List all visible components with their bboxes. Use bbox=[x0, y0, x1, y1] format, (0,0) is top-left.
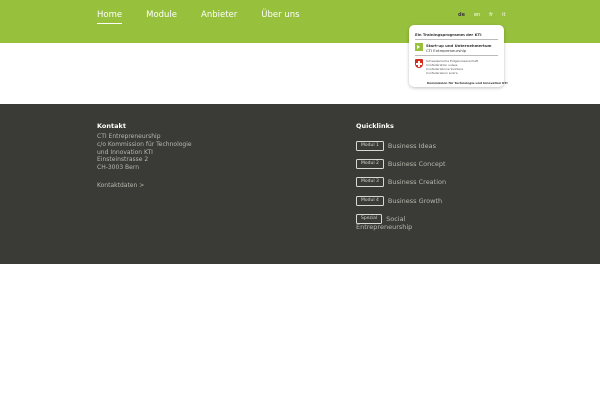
quicklink-modul-1[interactable]: Modul 1 Business Ideas bbox=[356, 141, 436, 151]
kti-divider bbox=[415, 39, 498, 40]
kti-logo-box[interactable]: Ein Trainingsprogramm der KTI Start-up u… bbox=[409, 25, 504, 87]
contact-details-link[interactable]: Kontaktdaten > bbox=[97, 182, 144, 189]
quicklinks-heading: Quicklinks bbox=[356, 122, 394, 130]
lang-en[interactable]: en bbox=[474, 12, 480, 18]
kti-divider bbox=[415, 55, 498, 56]
cti-play-icon bbox=[415, 43, 423, 51]
contact-heading: Kontakt bbox=[97, 122, 126, 130]
main-nav: Home Module Anbieter Über uns bbox=[97, 10, 324, 24]
quicklink-modul-4[interactable]: Modul 4 Business Growth bbox=[356, 196, 442, 206]
quicklink-label: Business Ideas bbox=[387, 142, 437, 150]
module-badge: Modul 2 bbox=[356, 159, 384, 169]
module-badge: Modul 3 bbox=[356, 177, 384, 187]
kti-title: Ein Trainingsprogramm der KTI bbox=[415, 32, 482, 37]
swiss-shield-icon bbox=[415, 59, 423, 68]
quicklink-label: Business Growth bbox=[387, 197, 443, 205]
quicklink-label-continued[interactable]: Entrepreneurship bbox=[356, 223, 412, 231]
contact-address: CTI Entrepreneurship c/o Kommission für … bbox=[97, 133, 192, 172]
lang-de[interactable]: de bbox=[458, 12, 465, 18]
footer bbox=[0, 104, 600, 264]
top-bar: Home Module Anbieter Über uns de en fr i… bbox=[0, 0, 600, 43]
nav-item-anbieter[interactable]: Anbieter bbox=[201, 10, 237, 24]
quicklink-modul-3[interactable]: Modul 3 Business Creation bbox=[356, 177, 446, 187]
quicklink-label: Social bbox=[386, 215, 406, 223]
nav-item-module[interactable]: Module bbox=[146, 10, 177, 24]
module-badge: Modul 1 bbox=[356, 141, 384, 151]
quicklink-label: Business Creation bbox=[387, 178, 447, 186]
kti-federation-text: Schweizerische Eidgenossenschaft Confédé… bbox=[426, 59, 479, 75]
kti-commission-text: Kommission für Technologie und Innovatio… bbox=[427, 81, 508, 85]
nav-item-home[interactable]: Home bbox=[97, 10, 123, 24]
quicklink-label: Business Concept bbox=[387, 160, 446, 168]
module-badge: Modul 4 bbox=[356, 196, 384, 206]
kti-program-line2: CTI Entrepreneurship bbox=[426, 48, 467, 53]
language-switcher: de en fr it bbox=[458, 12, 514, 18]
nav-item-ueber-uns[interactable]: Über uns bbox=[261, 10, 299, 24]
quicklink-modul-2[interactable]: Modul 2 Business Concept bbox=[356, 159, 446, 169]
lang-it[interactable]: it bbox=[502, 12, 505, 18]
lang-fr[interactable]: fr bbox=[489, 12, 493, 18]
